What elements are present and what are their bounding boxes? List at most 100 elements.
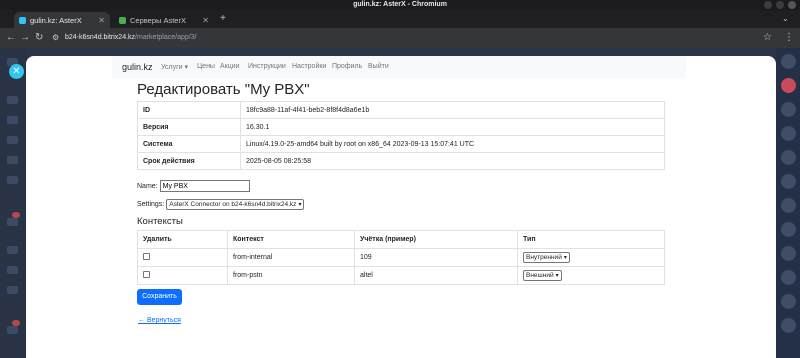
menu-item-icon[interactable] bbox=[7, 176, 18, 184]
chat-avatar-icon[interactable] bbox=[781, 126, 796, 141]
info-key: Версия bbox=[137, 118, 241, 136]
menu-item-icon[interactable] bbox=[7, 116, 18, 124]
chat-avatar-icon[interactable] bbox=[781, 174, 796, 189]
nav-logout[interactable]: Выйти bbox=[368, 63, 389, 70]
menu-item-icon[interactable] bbox=[7, 96, 18, 104]
page-title: Редактировать "My PBX" bbox=[137, 81, 310, 98]
maximize-icon[interactable] bbox=[776, 1, 784, 9]
save-button[interactable]: Сохранить bbox=[137, 289, 182, 305]
menu-item-icon[interactable] bbox=[7, 218, 18, 226]
settings-row: Settings: AsterX Connector on b24-k6sn4d… bbox=[137, 199, 305, 210]
menu-item-icon[interactable] bbox=[7, 136, 18, 144]
window-titlebar: gulin.kz: AsterX - Chromium bbox=[0, 0, 800, 10]
chevron-down-icon: ▾ bbox=[298, 202, 302, 208]
info-value: Linux/4.19.0-25-amd64 built by root on x… bbox=[240, 135, 665, 153]
chevron-down-icon: ▾ bbox=[555, 273, 559, 279]
column-header: Контекст bbox=[227, 230, 355, 249]
delete-checkbox[interactable] bbox=[143, 253, 150, 260]
type-select[interactable]: Внутренний ▾ bbox=[523, 252, 570, 263]
column-header: Учётка (пример) bbox=[354, 230, 518, 249]
navbar-brand[interactable]: gulin.kz bbox=[122, 62, 153, 72]
nav-profile[interactable]: Профиль bbox=[332, 63, 362, 70]
info-key: ID bbox=[137, 101, 241, 119]
settings-select[interactable]: AsterX Connector on b24-k6sn4d.bitrix24.… bbox=[166, 199, 305, 210]
tab-close-icon[interactable]: ✕ bbox=[98, 16, 105, 25]
nav-services-dropdown[interactable]: Услуги ▾ bbox=[161, 63, 188, 71]
info-key: Система bbox=[137, 135, 241, 153]
settings-select-value: AsterX Connector on b24-k6sn4d.bitrix24.… bbox=[169, 201, 297, 208]
minimize-icon[interactable] bbox=[764, 1, 772, 9]
chat-avatar-icon[interactable] bbox=[781, 102, 796, 117]
name-input[interactable] bbox=[159, 180, 250, 192]
column-header: Тип bbox=[517, 230, 665, 249]
account-cell: 109 bbox=[354, 248, 518, 267]
menu-item-icon[interactable] bbox=[7, 286, 18, 294]
table-row: Система Linux/4.19.0-25-amd64 built by r… bbox=[137, 135, 665, 153]
menu-item-icon[interactable] bbox=[7, 246, 18, 254]
menu-item-icon[interactable] bbox=[7, 156, 18, 164]
table-row: Версия 16.30.1 bbox=[137, 118, 665, 136]
new-tab-icon[interactable]: + bbox=[220, 13, 226, 24]
table-row: ID 18fc9a88-11af-4f41-beb2-8f8f4d8a6e1b bbox=[137, 101, 665, 119]
bookmark-star-icon[interactable]: ☆ bbox=[763, 32, 772, 44]
chat-avatar-icon[interactable] bbox=[781, 246, 796, 261]
context-cell: from-pstn bbox=[227, 266, 355, 285]
account-cell: altel bbox=[354, 266, 518, 285]
info-key: Срок действия bbox=[137, 152, 241, 170]
table-row: from-internal 109 Внутренний ▾ bbox=[137, 248, 665, 267]
app-navbar: gulin.kz Услуги ▾ Цены Акции Инструкции … bbox=[112, 56, 686, 78]
menu-item-icon[interactable] bbox=[7, 266, 18, 274]
tab-servers[interactable]: Серверы AsterX ✕ bbox=[114, 12, 214, 28]
window-title: gulin.kz: AsterX - Chromium bbox=[353, 1, 447, 8]
bitrix-favicon-icon bbox=[19, 16, 26, 24]
chat-avatar-icon[interactable] bbox=[781, 318, 796, 333]
back-arrow-icon[interactable]: ← bbox=[6, 32, 16, 44]
nav-prices[interactable]: Цены bbox=[197, 63, 215, 70]
name-row: Name: bbox=[137, 180, 250, 192]
type-select[interactable]: Внешний ▾ bbox=[523, 270, 562, 281]
type-select-value: Внешний bbox=[526, 272, 554, 279]
forward-arrow-icon[interactable]: → bbox=[20, 32, 30, 44]
nav-settings[interactable]: Настройки bbox=[292, 63, 326, 70]
info-value: 16.30.1 bbox=[240, 118, 665, 136]
back-link[interactable]: ← Вернуться bbox=[138, 317, 181, 324]
chat-avatar-icon[interactable] bbox=[781, 78, 796, 93]
menu-item-icon[interactable] bbox=[7, 326, 18, 334]
bitrix-left-menu bbox=[0, 48, 26, 358]
info-value: 2025-08-05 08:25:58 bbox=[240, 152, 665, 170]
chat-avatar-icon[interactable] bbox=[781, 294, 796, 309]
name-label: Name: bbox=[137, 182, 158, 190]
tab-search-icon[interactable]: ⌄ bbox=[782, 14, 789, 23]
context-cell: from-internal bbox=[227, 248, 355, 267]
chevron-down-icon: ▾ bbox=[563, 255, 567, 261]
tab-label: Серверы AsterX bbox=[130, 15, 186, 25]
chat-avatar-icon[interactable] bbox=[781, 198, 796, 213]
table-row: Срок действия 2025-08-05 08:25:58 bbox=[137, 152, 665, 170]
contexts-heading: Контексты bbox=[137, 216, 183, 227]
address-bar[interactable]: ⚙ b24-k6sn4d.bitrix24.kz/marketplace/app… bbox=[52, 31, 772, 45]
nav-promotions[interactable]: Акции bbox=[220, 63, 240, 70]
close-window-icon[interactable] bbox=[788, 1, 796, 9]
reload-icon[interactable]: ↻ bbox=[35, 32, 43, 44]
column-header: Удалить bbox=[137, 230, 228, 249]
tab-strip: gulin.kz: AsterX ✕ Серверы AsterX ✕ + ⌄ bbox=[0, 10, 800, 28]
tab-label: gulin.kz: AsterX bbox=[30, 15, 82, 25]
tab-close-icon[interactable]: ✕ bbox=[202, 16, 209, 25]
nav-instructions[interactable]: Инструкции bbox=[248, 63, 286, 70]
chat-avatar-icon[interactable] bbox=[781, 54, 796, 69]
site-info-icon[interactable]: ⚙ bbox=[52, 31, 59, 45]
tab-asterx[interactable]: gulin.kz: AsterX ✕ bbox=[14, 12, 110, 28]
table-header-row: Удалить Контекст Учётка (пример) Тип bbox=[137, 230, 665, 249]
slider-close-icon[interactable]: ✕ bbox=[9, 64, 24, 79]
menu-kebab-icon[interactable]: ⋮ bbox=[784, 32, 794, 44]
chat-avatar-icon[interactable] bbox=[781, 222, 796, 237]
chat-avatar-icon[interactable] bbox=[781, 270, 796, 285]
url-path: /marketplace/app/3/ bbox=[135, 34, 197, 41]
type-select-value: Внутренний bbox=[526, 254, 562, 261]
info-value: 18fc9a88-11af-4f41-beb2-8f8f4d8a6e1b bbox=[240, 101, 665, 119]
chat-avatar-icon[interactable] bbox=[781, 150, 796, 165]
url-host: b24-k6sn4d.bitrix24.kz bbox=[65, 34, 136, 41]
page-favicon-icon bbox=[119, 16, 126, 24]
delete-checkbox[interactable] bbox=[143, 271, 150, 278]
bitrix-right-panel bbox=[776, 48, 800, 358]
